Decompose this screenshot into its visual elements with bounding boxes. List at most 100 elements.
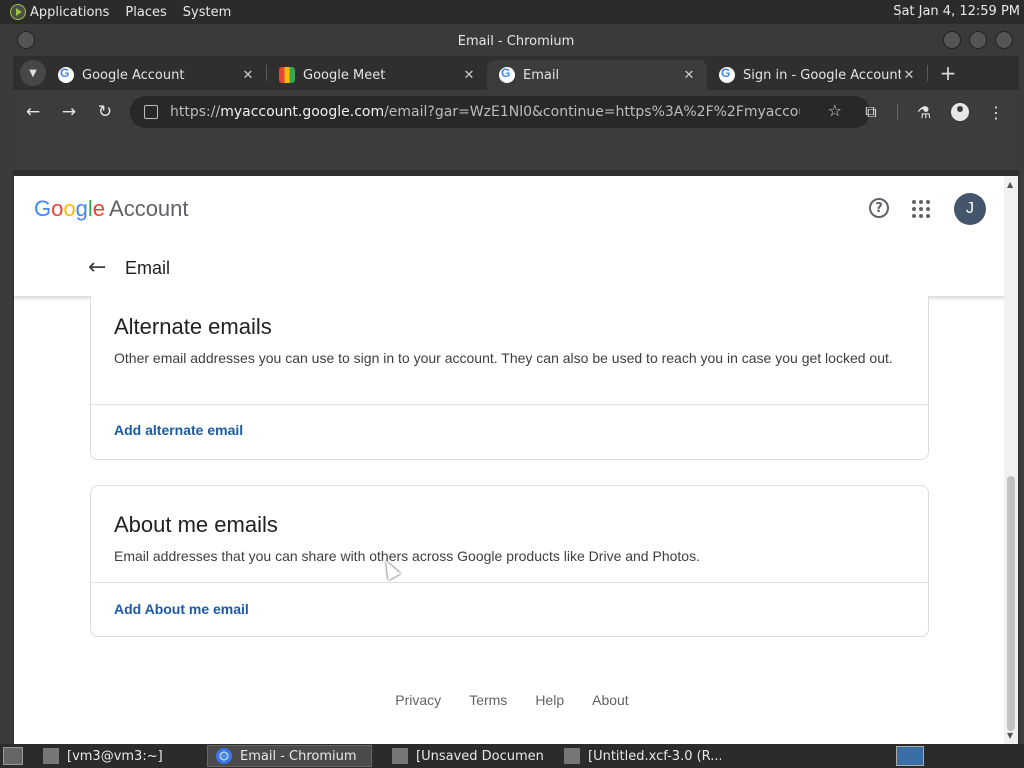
- close-window-button[interactable]: [995, 31, 1013, 49]
- account-header: Google Account ? J: [14, 176, 1004, 241]
- logo-account-text: Account: [109, 196, 189, 221]
- card-divider: [91, 404, 928, 405]
- google-icon: [499, 66, 515, 83]
- logo-letter: o: [51, 196, 64, 221]
- url-host: myaccount.google.com: [220, 104, 385, 120]
- tab-google-account[interactable]: Google Account ✕: [46, 60, 266, 90]
- bookmark-star-icon[interactable]: ☆: [828, 101, 842, 120]
- minimize-button[interactable]: [943, 31, 961, 49]
- chromium-icon: [216, 748, 232, 764]
- tab-strip: ▼ Google Account ✕ Google Meet ✕ Email ✕…: [13, 56, 1019, 90]
- card-divider: [91, 582, 928, 583]
- toolbar: ← → ↻ https://myaccount.google.com/email…: [13, 90, 1019, 134]
- labs-flask-icon[interactable]: ⚗: [910, 98, 938, 126]
- menu-system[interactable]: System: [183, 5, 231, 20]
- page-viewport: Google Account ? J ← Email Alternate emai…: [14, 176, 1004, 744]
- top-panel: Applications Places System Sat Jan 4, 12…: [0, 0, 1024, 24]
- card-title: About me emails: [114, 512, 278, 537]
- page-subheader: ← Email: [14, 241, 1004, 297]
- tab-google-meet[interactable]: Google Meet ✕: [267, 60, 487, 90]
- page-title: Email: [125, 258, 171, 278]
- logo-letter: e: [92, 196, 106, 221]
- toolbar-spacer: [13, 134, 1019, 170]
- back-arrow-icon[interactable]: ←: [88, 255, 106, 280]
- account-avatar[interactable]: J: [954, 193, 986, 225]
- url-scheme: https://: [170, 104, 221, 120]
- tab-search-button[interactable]: ▼: [20, 60, 46, 86]
- card-description: Email addresses that you can share with …: [114, 548, 700, 564]
- google-icon: [719, 66, 735, 83]
- workspace-switcher-icon[interactable]: [896, 746, 924, 766]
- profile-button[interactable]: [946, 98, 974, 126]
- card-title: Alternate emails: [114, 314, 272, 339]
- task-chromium[interactable]: Email - Chromium: [207, 745, 372, 767]
- taskbar: [vm3@vm3:~] Email - Chromium [Unsaved Do…: [0, 744, 1024, 768]
- task-label: [vm3@vm3:~]: [67, 748, 163, 764]
- text-editor-icon: [392, 748, 408, 764]
- tab-title: Email: [523, 67, 560, 83]
- reload-button[interactable]: ↻: [89, 96, 121, 128]
- logo-letter: g: [75, 196, 88, 221]
- url-path: /email?gar=WzE1Nl0&continue=https%3A%2F%…: [384, 104, 800, 120]
- footer-link-help[interactable]: Help: [529, 692, 564, 708]
- menu-kebab-icon[interactable]: ⋮: [982, 98, 1010, 126]
- task-label: [Untitled.xcf-3.0 (R...: [588, 748, 721, 764]
- menu-places[interactable]: Places: [125, 5, 166, 20]
- tab-sign-in[interactable]: Sign in - Google Accounts ✕: [707, 60, 927, 90]
- meet-icon: [279, 67, 295, 83]
- help-icon[interactable]: ?: [869, 198, 889, 218]
- card-description: Other email addresses you can use to sig…: [114, 350, 893, 366]
- footer-link-about[interactable]: About: [586, 692, 629, 708]
- close-tab-icon[interactable]: ✕: [901, 68, 917, 83]
- alternate-emails-card: Alternate emails Other email addresses y…: [90, 296, 929, 460]
- distro-logo-icon[interactable]: [10, 4, 26, 20]
- tab-email[interactable]: Email ✕: [487, 60, 707, 90]
- terminal-icon: [43, 748, 59, 764]
- google-account-logo[interactable]: Google Account: [34, 196, 189, 222]
- footer-link-terms[interactable]: Terms: [463, 692, 507, 708]
- logo-letter: G: [34, 196, 52, 221]
- task-label: Email - Chromium: [240, 748, 357, 764]
- task-text-editor[interactable]: [Unsaved Documen...: [384, 745, 544, 767]
- scroll-up-icon[interactable]: ▲: [1007, 180, 1013, 189]
- page-scrollbar[interactable]: ▲ ▼: [1004, 176, 1018, 744]
- footer-link-privacy[interactable]: Privacy: [389, 692, 441, 708]
- close-tab-icon[interactable]: ✕: [240, 68, 256, 83]
- show-desktop-icon[interactable]: [3, 747, 23, 765]
- url-text[interactable]: https://myaccount.google.com/email?gar=W…: [170, 104, 800, 120]
- about-me-emails-card: About me emails Email addresses that you…: [90, 485, 929, 637]
- window-title: Email - Chromium: [457, 33, 575, 49]
- page-footer: Privacy Terms Help About: [14, 692, 1004, 708]
- task-gimp[interactable]: [Untitled.xcf-3.0 (R...: [556, 745, 721, 767]
- address-bar[interactable]: https://myaccount.google.com/email?gar=W…: [130, 96, 870, 128]
- tab-title: Google Meet: [303, 67, 386, 83]
- window-menu-button[interactable]: [17, 31, 35, 49]
- close-tab-icon[interactable]: ✕: [681, 68, 697, 83]
- menu-applications[interactable]: Applications: [30, 5, 109, 20]
- scroll-down-icon[interactable]: ▼: [1007, 731, 1013, 740]
- clock[interactable]: Sat Jan 4, 12:59 PM: [893, 4, 1020, 19]
- close-tab-icon[interactable]: ✕: [461, 68, 477, 83]
- tab-title: Sign in - Google Accounts: [743, 67, 901, 83]
- tab-title: Google Account: [82, 67, 185, 83]
- maximize-button[interactable]: [969, 31, 987, 49]
- add-alternate-email-link[interactable]: Add alternate email: [114, 422, 243, 438]
- extensions-icon[interactable]: ⧉: [857, 98, 885, 126]
- profile-icon: [951, 103, 969, 121]
- task-terminal[interactable]: [vm3@vm3:~]: [35, 745, 185, 767]
- forward-button[interactable]: →: [53, 96, 85, 128]
- titlebar[interactable]: Email - Chromium: [13, 26, 1019, 56]
- site-info-icon[interactable]: [144, 105, 158, 119]
- gimp-icon: [564, 748, 580, 764]
- add-about-me-email-link[interactable]: Add About me email: [114, 601, 249, 617]
- browser-window: Email - Chromium ▼ Google Account ✕ Goog…: [13, 26, 1019, 744]
- google-apps-icon[interactable]: [912, 200, 930, 218]
- task-label: [Unsaved Documen...: [416, 748, 544, 764]
- google-icon: [58, 66, 74, 83]
- back-button[interactable]: ←: [17, 96, 49, 128]
- logo-letter: o: [63, 196, 76, 221]
- scrollbar-thumb[interactable]: [1007, 476, 1015, 731]
- toolbar-divider: [897, 104, 898, 120]
- tab-separator: [927, 65, 928, 81]
- new-tab-button[interactable]: +: [934, 59, 962, 87]
